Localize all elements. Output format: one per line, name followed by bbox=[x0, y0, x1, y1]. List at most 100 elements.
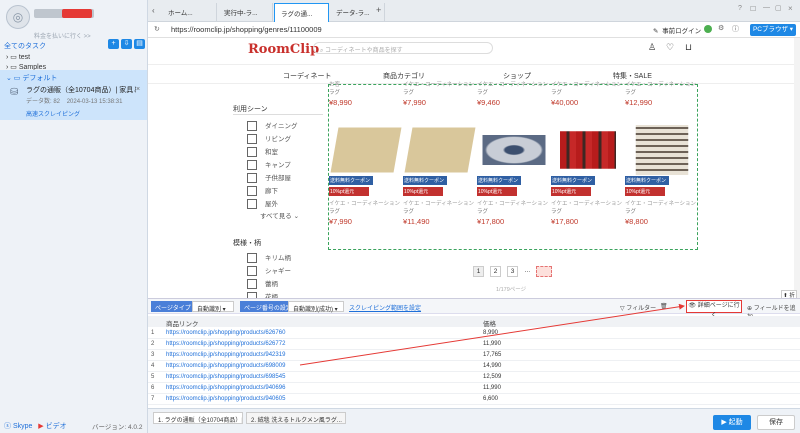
pagination-select[interactable]: 自動識別(成功) ▾ bbox=[288, 301, 344, 313]
rug-image[interactable] bbox=[330, 127, 402, 173]
product-card[interactable]: お客 ラグ ¥8,990 bbox=[329, 77, 403, 107]
roomclip-logo[interactable]: RoomClip bbox=[248, 42, 319, 57]
tab-rug[interactable]: ラグの通... bbox=[274, 3, 329, 22]
pc-browser-button[interactable]: PCブラウザ ▾ bbox=[750, 24, 796, 36]
col-price-header[interactable]: 価格 bbox=[483, 318, 496, 328]
cart-icon[interactable]: ⊔ bbox=[685, 42, 692, 53]
step-tab-1[interactable]: 1. ラグの通販（全10704商品）|... bbox=[153, 412, 243, 424]
usage-checkbox[interactable]: ダイニング bbox=[247, 120, 298, 131]
table-row[interactable]: 7 https://roomclip.jp/shopping/products/9… bbox=[148, 394, 800, 405]
search-input[interactable]: ⌕ コーディネートや商品を探す bbox=[313, 42, 493, 54]
table-row[interactable]: 3 https://roomclip.jp/shopping/products/9… bbox=[148, 350, 800, 361]
folder-test[interactable]: › ▭ test bbox=[6, 53, 30, 61]
scrape-range-link[interactable]: スクレイピング範囲を設定 bbox=[349, 303, 421, 312]
tab-home[interactable]: ホーム... bbox=[162, 3, 217, 22]
data-panel: ページタイプ 自動識別 ▾ ページ番号の設定 自動識別(成功) ▾ スクレイピン… bbox=[148, 298, 800, 408]
account-badge bbox=[62, 9, 92, 18]
product-grid: お客 ラグ ¥8,990 イケエ・コーディネーション ラグ ¥7,990 イケエ・コーデ… bbox=[328, 82, 699, 250]
login-button[interactable]: ✎ 事前ログイン bbox=[653, 25, 701, 35]
folder-add-icon[interactable]: ▤ bbox=[134, 39, 145, 49]
table-row[interactable]: 1 https://roomclip.jp/shopping/products/6… bbox=[148, 328, 800, 339]
product-card[interactable]: 送料無料クーポン 10%pt還元 イケエ・コーディネーション ラグ ¥8,800 bbox=[625, 125, 699, 226]
page-ellipsis: ... bbox=[524, 267, 531, 274]
scrollbar[interactable] bbox=[794, 38, 800, 298]
save-button[interactable]: 保存 bbox=[757, 415, 795, 430]
heart-icon[interactable]: ♡ bbox=[666, 42, 674, 53]
page-type-select[interactable]: 自動識別 ▾ bbox=[192, 301, 234, 313]
product-card[interactable]: 送料無料クーポン 10%pt還元 イケエ・コーディネーション ラグ ¥17,800 bbox=[551, 125, 625, 226]
info-icon[interactable]: ⓘ bbox=[732, 24, 739, 34]
status-icon bbox=[704, 25, 712, 33]
web-page: RoomClip ⌕ コーディネートや商品を探す ♙ ♡ ⊔ コーディネート 商… bbox=[148, 38, 794, 298]
filter-button[interactable]: ▽ フィルター bbox=[620, 303, 656, 312]
usage-checkbox[interactable]: 屋外 bbox=[247, 198, 278, 209]
product-card[interactable]: イケエ・コーディネーション ラグ ¥40,000 bbox=[551, 77, 625, 107]
product-card[interactable]: 送料無料クーポン 10%pt還元 イケエ・コーディネーション ラグ ¥7,990 bbox=[329, 125, 403, 226]
rug-image[interactable] bbox=[560, 131, 616, 169]
product-card[interactable]: 送料無料クーポン 10%pt還元 イケエ・コーディネーション ラグ ¥11,490 bbox=[403, 125, 477, 226]
version-label: バージョン: 4.0.2 bbox=[92, 424, 143, 431]
col-link-header[interactable]: 商品リンク bbox=[166, 318, 199, 328]
user-icon[interactable]: ♙ bbox=[648, 42, 656, 53]
refresh-icon[interactable]: ↻ bbox=[154, 25, 160, 33]
page-button[interactable]: 1 bbox=[473, 266, 484, 277]
rug-image[interactable] bbox=[482, 135, 546, 165]
table-row[interactable]: 2 https://roomclip.jp/shopping/products/6… bbox=[148, 339, 800, 350]
help-icon[interactable]: ? bbox=[738, 5, 742, 12]
usage-filter-title: 利用シーン bbox=[233, 106, 268, 113]
usage-checkbox[interactable]: リビング bbox=[247, 133, 291, 144]
page-button[interactable]: 3 bbox=[507, 266, 518, 277]
folder-default[interactable]: ⌄ ▭ デフォルト bbox=[6, 73, 57, 83]
page-button[interactable]: 2 bbox=[490, 266, 501, 277]
rug-image[interactable] bbox=[635, 125, 689, 175]
chat-icon[interactable]: ☐ bbox=[750, 5, 756, 13]
upgrade-link[interactable]: 料金を払いに行く >> bbox=[34, 31, 91, 40]
usage-checkbox[interactable]: 和室 bbox=[247, 146, 278, 157]
task-mode-tag: 高速スクレイピング bbox=[26, 112, 81, 118]
url-bar: ↻ https://roomclip.jp/shopping/genres/11… bbox=[148, 22, 800, 38]
app-logo-icon: ◎ bbox=[6, 5, 30, 29]
table-row[interactable]: 4 https://roomclip.jp/shopping/products/6… bbox=[148, 361, 800, 372]
table-row[interactable]: 6 https://roomclip.jp/shopping/products/9… bbox=[148, 383, 800, 394]
pattern-checkbox[interactable]: キリム柄 bbox=[247, 252, 291, 263]
new-tab-icon[interactable]: + bbox=[376, 5, 381, 15]
task-title[interactable]: ラグの通販（全10704商品）| 家具とインテ bbox=[26, 85, 136, 95]
footer-links[interactable]: ⓢ Skype ▶ ビデオ bbox=[4, 421, 67, 431]
nav-coordinate[interactable]: コーディネート bbox=[283, 71, 332, 81]
import-icon[interactable]: ⇩ bbox=[121, 39, 132, 49]
rug-image[interactable] bbox=[404, 127, 476, 173]
see-all-link[interactable]: すべて見る ⌄ bbox=[260, 210, 299, 220]
window-close-icon[interactable]: × bbox=[788, 4, 793, 13]
back-icon[interactable]: ‹ bbox=[152, 6, 155, 15]
pattern-checkbox[interactable]: 花柄 bbox=[247, 291, 278, 298]
browser-tab-bar: ‹ ホーム... 実行中-ラ... ラグの通... データ-ラ... + ? ☐… bbox=[148, 0, 800, 22]
run-button[interactable]: ▶ 起動 bbox=[713, 415, 751, 430]
usage-checkbox[interactable]: 子供部屋 bbox=[247, 172, 291, 183]
product-card[interactable]: イケエ・コーディネーション ラグ ¥7,990 bbox=[403, 77, 477, 107]
go-detail-page-button[interactable]: 👁 詳細ページに行く bbox=[686, 300, 742, 319]
settings-icon[interactable]: ⚙ bbox=[718, 24, 724, 32]
new-task-icon[interactable]: + bbox=[108, 39, 119, 49]
product-card[interactable]: 送料無料クーポン 10%pt還元 イケエ・コーディネーション ラグ ¥17,800 bbox=[477, 125, 551, 226]
task-meta: データ数: 82 2024-03-13 15:38:31 bbox=[26, 99, 123, 105]
url-field[interactable]: https://roomclip.jp/shopping/genres/1110… bbox=[171, 25, 322, 34]
close-icon[interactable]: × bbox=[136, 86, 140, 93]
usage-checkbox[interactable]: 廊下 bbox=[247, 185, 278, 196]
table-row[interactable]: 5 https://roomclip.jp/shopping/products/6… bbox=[148, 372, 800, 383]
task-icon: ⛁ bbox=[10, 87, 19, 98]
tab-running[interactable]: 実行中-ラ... bbox=[218, 3, 273, 22]
skype-icon[interactable]: ⓢ bbox=[4, 423, 11, 430]
minimize-icon[interactable]: — bbox=[763, 4, 770, 11]
video-icon[interactable]: ▶ bbox=[38, 423, 43, 430]
all-tasks-header[interactable]: 全てのタスク bbox=[4, 41, 46, 51]
pattern-checkbox[interactable]: 蕾柄 bbox=[247, 278, 278, 289]
delete-icon[interactable]: 🗑 bbox=[660, 303, 668, 310]
usage-checkbox[interactable]: キャンプ bbox=[247, 159, 291, 170]
next-page-button[interactable] bbox=[536, 266, 552, 277]
product-card[interactable]: イケエ・コーディネーション ラグ ¥12,990 bbox=[625, 77, 699, 107]
page-count: 1/179ページ bbox=[496, 287, 527, 293]
product-card[interactable]: イケエ・コーディネーション ラグ ¥9,460 bbox=[477, 77, 551, 107]
step-tab-2[interactable]: 2. 絨毯 洗えるトルクメン風ラグ... bbox=[246, 412, 346, 424]
maximize-icon[interactable]: ▢ bbox=[775, 4, 782, 12]
pattern-checkbox[interactable]: シャギー bbox=[247, 265, 291, 276]
